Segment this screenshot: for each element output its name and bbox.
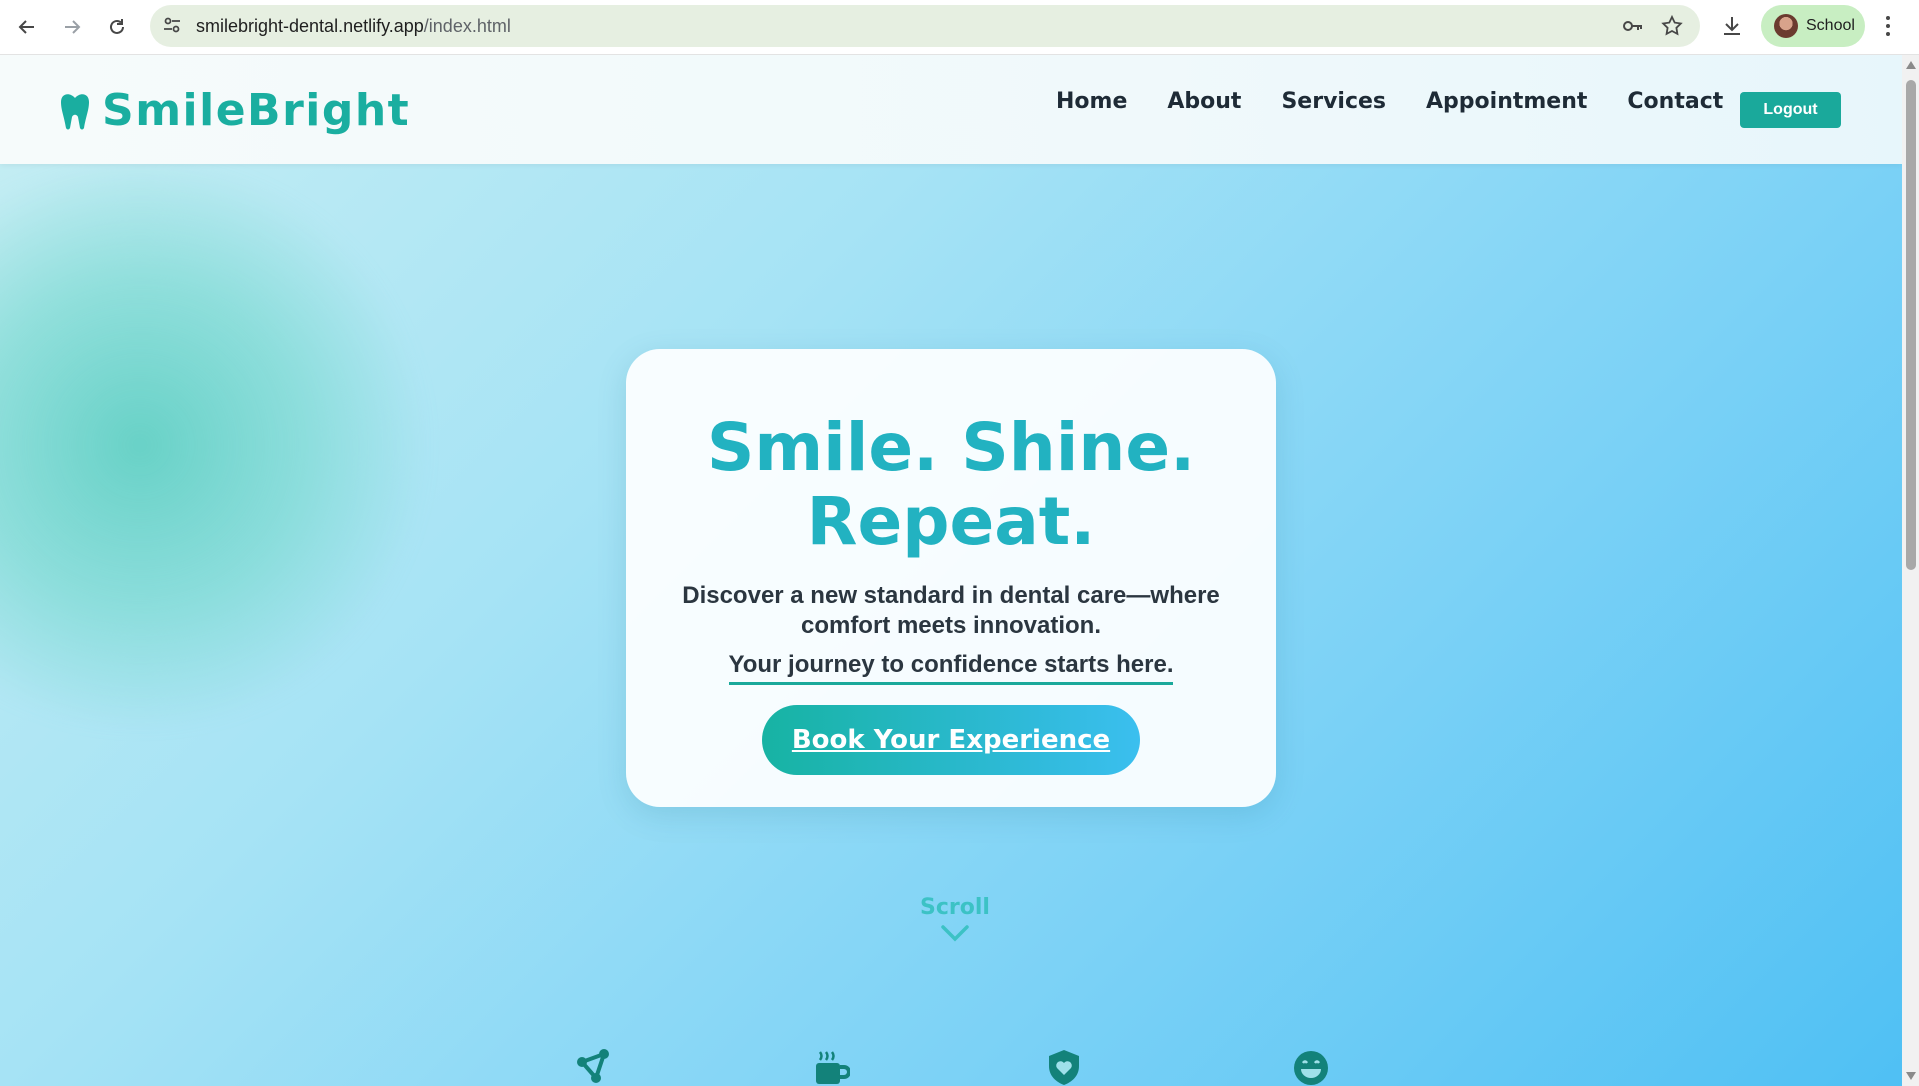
reload-icon[interactable] bbox=[100, 10, 134, 44]
browser-toolbar: smilebright-dental.netlify.app/index.htm… bbox=[0, 0, 1919, 55]
shield-heart-icon bbox=[1046, 1048, 1082, 1086]
hero-subtitle: Discover a new standard in dental care—w… bbox=[682, 582, 1220, 639]
hero-card: Smile. Shine. Repeat. Discover a new sta… bbox=[626, 349, 1276, 807]
url-text[interactable]: smilebright-dental.netlify.app/index.htm… bbox=[196, 5, 511, 47]
scroll-up-arrow-icon[interactable] bbox=[1906, 61, 1916, 69]
page-scrollbar[interactable] bbox=[1902, 55, 1919, 1086]
background-blob bbox=[0, 165, 440, 725]
brand-name: SmileBright bbox=[102, 85, 411, 136]
nav-contact[interactable]: Contact bbox=[1627, 89, 1723, 114]
bookmark-star-icon[interactable] bbox=[1660, 14, 1684, 38]
download-icon[interactable] bbox=[1720, 14, 1744, 43]
book-experience-button[interactable]: Book Your Experience bbox=[762, 705, 1140, 775]
avatar bbox=[1774, 14, 1798, 38]
chevron-down-icon bbox=[941, 925, 969, 942]
nav-services[interactable]: Services bbox=[1281, 89, 1386, 114]
scrollbar-thumb[interactable] bbox=[1906, 80, 1916, 570]
forward-icon[interactable] bbox=[55, 10, 89, 44]
site-settings-icon[interactable] bbox=[162, 15, 182, 40]
more-menu-icon[interactable] bbox=[1885, 14, 1891, 43]
hero-tagline: Your journey to confidence starts here. bbox=[728, 651, 1174, 685]
hero-title-line1: Smile. Shine. bbox=[706, 409, 1196, 486]
scroll-label: Scroll bbox=[920, 895, 990, 920]
smile-face-icon bbox=[1293, 1048, 1329, 1086]
logout-button[interactable]: Logout bbox=[1740, 92, 1841, 128]
profile-button[interactable]: School bbox=[1761, 5, 1865, 47]
nav-about[interactable]: About bbox=[1167, 89, 1241, 114]
url-path: /index.html bbox=[423, 16, 511, 36]
profile-name: School bbox=[1806, 17, 1855, 34]
nav-home[interactable]: Home bbox=[1056, 89, 1127, 114]
password-key-icon[interactable] bbox=[1620, 14, 1644, 38]
scroll-hint[interactable]: Scroll bbox=[900, 895, 1010, 942]
network-icon bbox=[576, 1048, 612, 1086]
hero-title: Smile. Shine. Repeat. bbox=[626, 411, 1276, 559]
hero-title-line2: Repeat. bbox=[806, 483, 1096, 560]
main-nav: Home About Services Appointment Contact bbox=[1056, 89, 1763, 114]
url-host: smilebright-dental.netlify.app bbox=[196, 16, 424, 36]
nav-appointment[interactable]: Appointment bbox=[1426, 89, 1587, 114]
brand-logo[interactable]: SmileBright bbox=[60, 85, 410, 136]
page-viewport: SmileBright Home About Services Appointm… bbox=[0, 55, 1902, 1086]
scroll-down-arrow-icon[interactable] bbox=[1906, 1072, 1916, 1080]
back-icon[interactable] bbox=[10, 10, 44, 44]
coffee-cup-icon bbox=[814, 1048, 851, 1086]
site-header: SmileBright Home About Services Appointm… bbox=[0, 55, 1902, 164]
address-bar[interactable]: smilebright-dental.netlify.app/index.htm… bbox=[150, 5, 1700, 47]
tooth-icon bbox=[61, 93, 89, 129]
